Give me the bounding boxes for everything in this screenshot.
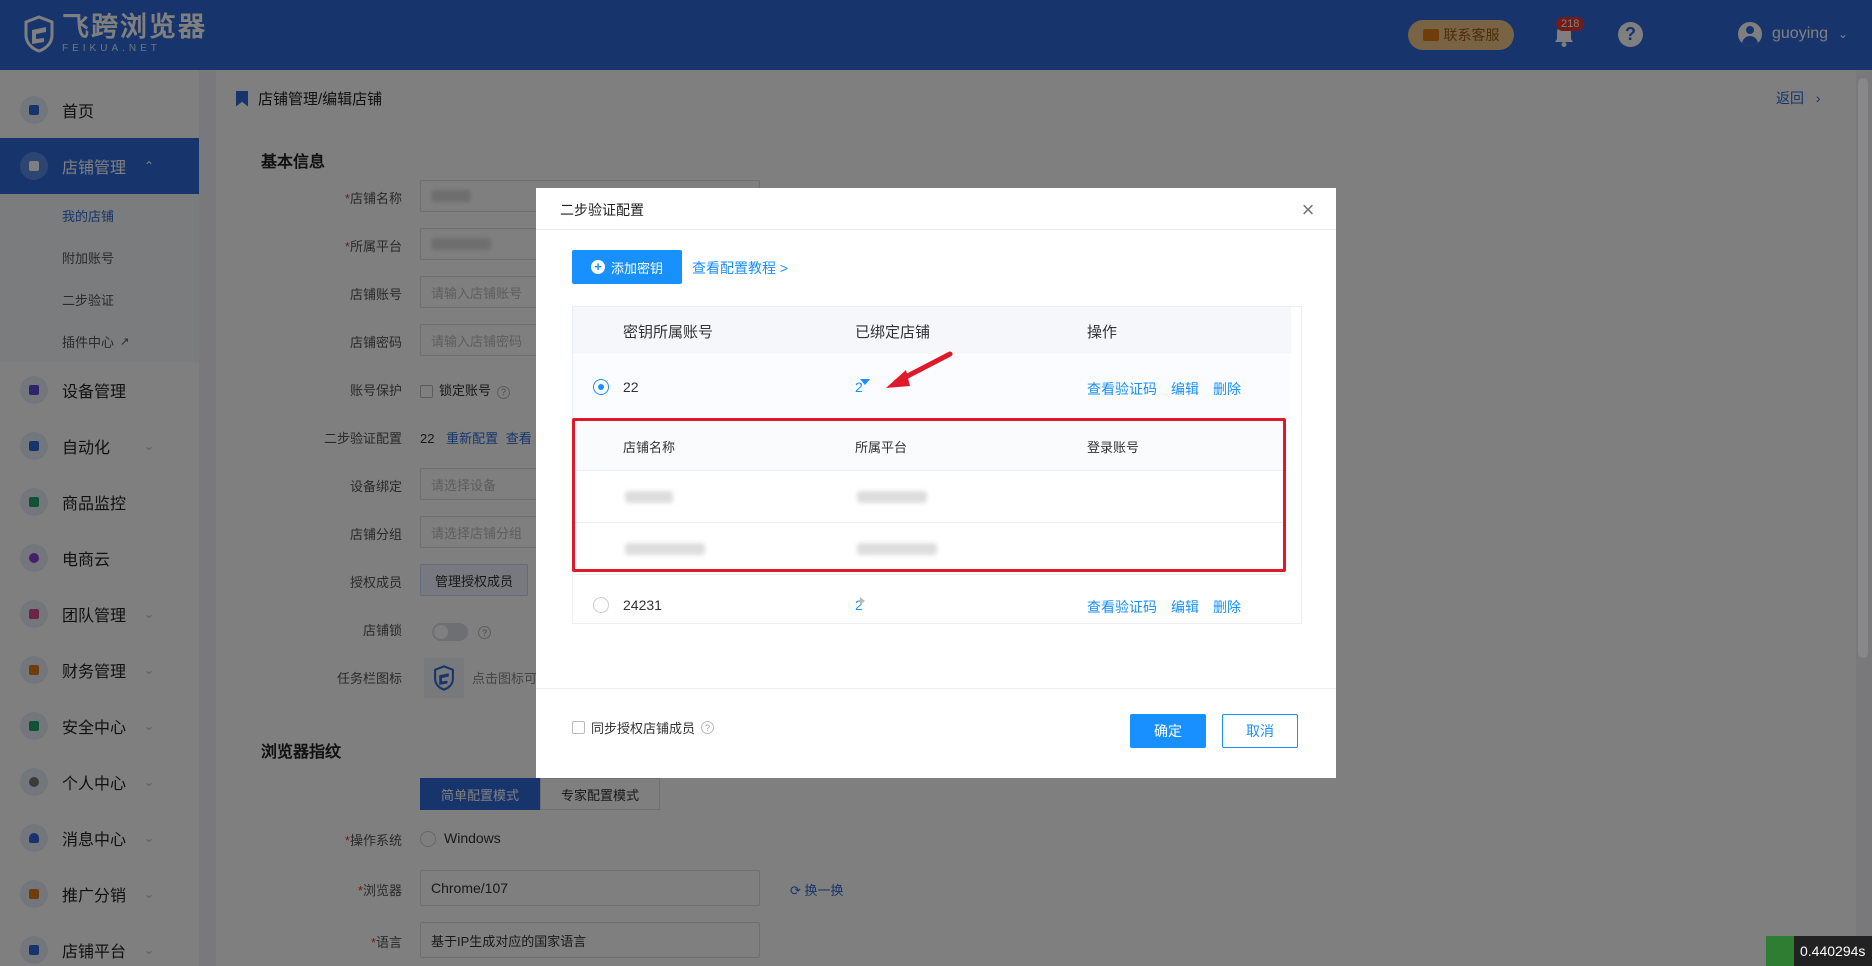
sub-column-login: 登录账号 — [1087, 440, 1140, 455]
bound-shops-subtable: 店铺名称 所属平台 登录账号 — [575, 419, 1287, 575]
view-code-link[interactable]: 查看验证码 — [1087, 379, 1157, 399]
caret-down-icon — [860, 379, 870, 385]
modal-title: 二步验证配置 — [560, 202, 644, 218]
app-logo-icon — [1766, 936, 1794, 966]
plus-circle-icon: + — [590, 260, 605, 274]
two-step-config-modal: 二步验证配置 × + 添加密钥 查看配置教程 > 密钥所属账号 已绑定店铺 操作… — [536, 188, 1336, 778]
edit-link[interactable]: 编辑 — [1171, 597, 1199, 617]
row-radio-selected[interactable] — [593, 379, 609, 395]
subtable-row — [575, 471, 1287, 523]
question-icon[interactable]: ? — [701, 721, 715, 734]
row-radio[interactable] — [593, 597, 609, 613]
view-tutorial-link[interactable]: 查看配置教程 > — [692, 258, 788, 278]
view-code-link[interactable]: 查看验证码 — [1087, 597, 1157, 617]
blurred-shop-name — [625, 491, 673, 503]
page-scrollbar[interactable] — [1858, 78, 1868, 658]
edit-link[interactable]: 编辑 — [1171, 379, 1199, 399]
divider — [536, 229, 1336, 230]
column-header-bound: 已绑定店铺 — [855, 324, 931, 341]
table-row[interactable]: 24231 2 查看验证码 编辑 删除 — [573, 575, 1291, 623]
sub-column-platform: 所属平台 — [855, 440, 908, 455]
checkbox[interactable] — [572, 721, 585, 734]
row-account: 22 — [623, 379, 639, 395]
annotation-arrow-icon — [886, 351, 953, 388]
delete-link[interactable]: 删除 — [1213, 379, 1241, 399]
caret-right-icon — [860, 597, 865, 605]
cancel-button[interactable]: 取消 — [1222, 714, 1298, 748]
timer-label: 0.440294s — [1800, 943, 1866, 959]
blurred-platform — [857, 543, 937, 555]
sync-members-label: 同步授权店铺成员 — [591, 721, 696, 736]
blurred-shop-name — [625, 543, 705, 555]
close-icon[interactable]: × — [1294, 196, 1322, 224]
timer-widget: 0.440294s — [1766, 936, 1872, 966]
blurred-platform — [857, 491, 927, 503]
sub-column-name: 店铺名称 — [623, 440, 676, 455]
subtable-row — [575, 523, 1287, 575]
delete-link[interactable]: 删除 — [1213, 597, 1241, 617]
confirm-button[interactable]: 确定 — [1130, 714, 1206, 748]
row-account: 24231 — [623, 597, 662, 613]
sync-members-checkbox[interactable]: 同步授权店铺成员 ? — [572, 718, 715, 737]
column-header-ops: 操作 — [1087, 324, 1118, 341]
subtable-header: 店铺名称 所属平台 登录账号 — [575, 419, 1287, 471]
add-key-label: 添加密钥 — [610, 260, 663, 276]
divider — [536, 688, 1336, 689]
add-key-button[interactable]: + 添加密钥 — [572, 250, 682, 284]
column-header-account: 密钥所属账号 — [623, 324, 714, 341]
table-header: 密钥所属账号 已绑定店铺 操作 — [573, 307, 1291, 354]
